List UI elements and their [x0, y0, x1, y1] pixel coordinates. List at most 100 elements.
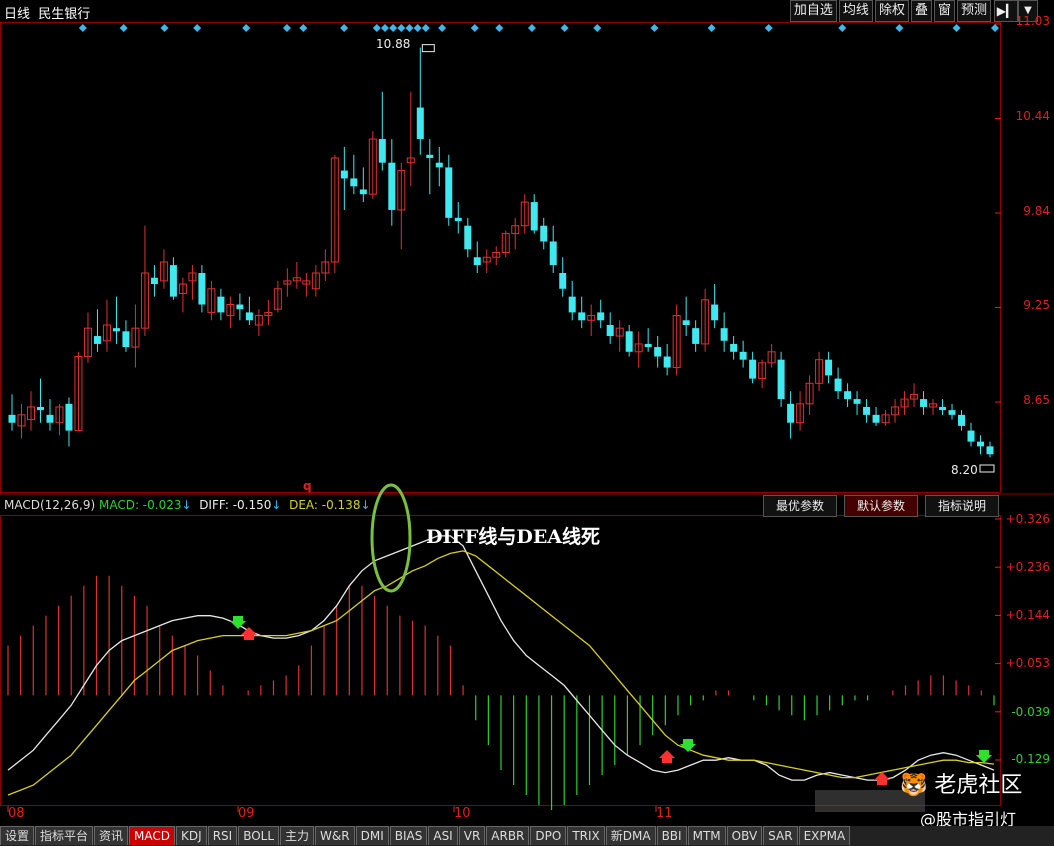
month-label: 11 [656, 806, 673, 821]
candle-body [834, 378, 842, 392]
indicator-tab[interactable]: DPO [530, 826, 567, 845]
indicator-tab[interactable]: DMI [355, 826, 389, 845]
chart-svg [0, 22, 1054, 812]
candle-body [112, 328, 120, 332]
candle-body [8, 414, 16, 423]
indicator-tab[interactable]: OBV [726, 826, 763, 845]
signal-diamond [438, 24, 447, 32]
candle-body [578, 312, 586, 321]
candle-body [749, 359, 757, 379]
indicator-tab[interactable]: BOLL [238, 826, 280, 845]
signal-diamond [78, 24, 87, 32]
price-axis-label: 9.84 [1023, 204, 1050, 218]
month-label: 08 [8, 806, 25, 821]
indicator-tab[interactable]: SAR [763, 826, 798, 845]
indicator-help-tab[interactable]: 指标说明 [925, 495, 1000, 517]
down-arrow-icon: ↓ [271, 498, 282, 512]
diff-value: DIFF: -0.150 [199, 498, 272, 512]
candle-body [730, 343, 738, 352]
death-cross-circle [370, 483, 412, 593]
candle-body [464, 225, 472, 250]
indicator-tab[interactable]: 设置 [0, 826, 35, 845]
buy-arrow-icon [241, 627, 257, 640]
indicator-tab[interactable]: BIAS [389, 826, 428, 845]
candle-body [939, 406, 947, 411]
indicator-tab[interactable]: W&R [315, 826, 355, 845]
candle-body [236, 304, 244, 310]
candle-body [46, 414, 54, 423]
signal-diamond [650, 24, 659, 32]
sell-arrow-icon [976, 750, 992, 763]
indicator-tab[interactable]: VR [458, 826, 486, 845]
signal-diamond [405, 24, 414, 32]
sell-arrow-icon [680, 739, 696, 752]
indicator-tab[interactable]: 指标平台 [35, 826, 94, 845]
candle-body [65, 403, 73, 431]
golden-cross-arrow-icon [230, 616, 246, 629]
default-params-tab[interactable]: 默认参数 [844, 495, 919, 517]
indicator-tab[interactable]: 资讯 [94, 826, 129, 845]
watermark-brand-text: 老虎社区 [934, 773, 1023, 798]
down-arrow-icon: ↓ [181, 498, 192, 512]
dea-value: DEA: -0.138 [289, 498, 361, 512]
signal-diamond [389, 24, 398, 32]
candle-body [863, 406, 871, 415]
indicator-tab[interactable]: ASI [428, 826, 458, 845]
candle-body [350, 178, 358, 187]
indicator-tab[interactable]: MTM [687, 826, 726, 845]
indicator-tab[interactable]: BBI [656, 826, 687, 845]
chart-grid [0, 22, 1054, 812]
signal-diamond [527, 24, 536, 32]
macd-header: MACD(12,26,9) MACD: -0.023↓ DIFF: -0.150… [4, 498, 371, 512]
signal-diamond [299, 24, 308, 32]
candle-body [416, 107, 424, 140]
candle-body [198, 273, 206, 305]
indicator-tab[interactable]: RSI [207, 826, 238, 845]
signal-diamond [421, 24, 430, 32]
signal-diamond [470, 24, 479, 32]
signal-diamond [991, 24, 999, 32]
macd-value: MACD: -0.023 [98, 498, 182, 512]
down-arrow-icon: ↓ [360, 498, 371, 512]
optimal-params-tab[interactable]: 最优参数 [763, 495, 838, 517]
candle-body [920, 399, 928, 407]
signal-diamond [495, 24, 504, 32]
candle-body [625, 331, 633, 352]
macd-axis-label: +0.053 [1005, 656, 1050, 670]
signal-diamond [242, 24, 251, 32]
mark-q: q [303, 479, 312, 493]
candle-body [720, 328, 728, 341]
price-panel-frame [0, 22, 1001, 493]
candle-body [711, 304, 719, 321]
price-axis-label: 9.25 [1023, 298, 1050, 312]
signal-diamond [282, 24, 291, 32]
signal-diamond [895, 24, 904, 32]
candle-body [682, 320, 690, 326]
candle-body [93, 336, 101, 344]
price-axis-label: 8.65 [1023, 393, 1050, 407]
buy-arrow-icon [659, 750, 675, 763]
indicator-tab[interactable]: MACD [129, 826, 176, 845]
indicator-tab[interactable]: 新DMA [605, 826, 656, 845]
macd-axis-label: -0.039 [1011, 705, 1050, 719]
candle-body [445, 167, 453, 218]
signal-diamond [952, 24, 961, 32]
candle-body [977, 441, 985, 447]
indicator-tab[interactable]: 主力 [280, 826, 315, 845]
candle-body [606, 325, 614, 337]
signal-diamond [119, 24, 128, 32]
indicator-tab[interactable]: ARBR [486, 826, 530, 845]
candle-body [388, 162, 396, 210]
candle-body [663, 356, 671, 368]
candle-body [739, 351, 747, 360]
indicator-tab[interactable]: KDJ [176, 826, 207, 845]
indicator-tab[interactable]: TRIX [567, 826, 605, 845]
indicator-tab[interactable]: EXPMA [798, 826, 851, 845]
signal-diamond [193, 24, 202, 32]
high-price-label: 10.88 [376, 37, 411, 51]
signal-diamond [707, 24, 716, 32]
signal-diamond [413, 24, 422, 32]
candle-body [559, 273, 567, 289]
macd-histogram [7, 575, 995, 810]
high-marker [421, 44, 435, 53]
